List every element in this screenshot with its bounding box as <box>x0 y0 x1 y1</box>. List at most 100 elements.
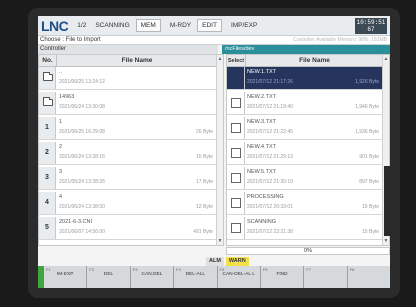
file-name: NEW.4.TXT <box>247 144 277 150</box>
clock: 10:59:51 67 <box>355 18 387 34</box>
select-checkbox[interactable] <box>231 173 241 183</box>
select-checkbox[interactable] <box>231 98 241 108</box>
row-number: 3 <box>39 167 56 189</box>
file-date: 2021/06/24 13:30:08 <box>59 104 105 110</box>
cnc-screen: LNC 1/2 SCANNING MEM M-RDY EDIT IMP/EXP … <box>38 16 390 288</box>
scroll-down-icon[interactable]: ▼ <box>217 237 223 245</box>
file-name: PROCESSING <box>247 194 284 200</box>
clock-time: 10:59:51 <box>356 19 386 26</box>
clock-sub: 67 <box>367 26 375 33</box>
file-date: 2021/06/24 13:38:00 <box>59 204 105 210</box>
select-checkbox[interactable] <box>231 123 241 133</box>
table-row[interactable]: NEW.4.TXT 2021/07/12 21:29:13 901 Byte <box>227 142 382 165</box>
softkey-bar: F1 IM-EXP F2 DEL F3 CAN.DEL F4 DEL-ALL F5 CAN… <box>38 266 390 288</box>
file-name: 1 <box>59 119 63 125</box>
softkey-f8[interactable]: F8 <box>347 266 390 288</box>
mem-button[interactable]: MEM <box>135 19 161 32</box>
softkey-f6[interactable]: F6 FIND <box>260 266 305 288</box>
softkey-f4[interactable]: F4 DEL-ALL <box>174 266 218 288</box>
table-row[interactable]: NEW.2.TXT 2021/07/12 21:19:40 1,946 Byte <box>227 92 382 115</box>
softkey-f7[interactable]: F7 <box>304 266 348 288</box>
impexp-label: IMP/EXP <box>230 22 258 29</box>
file-size: 17 Byte <box>196 179 213 185</box>
file-name: 2 <box>59 144 63 150</box>
file-date: 2021/06/25 16:29:08 <box>59 129 105 135</box>
brand-logo: LNC <box>41 17 69 34</box>
table-row[interactable]: 4 4 2021/06/24 13:38:00 12 Byte <box>39 192 216 215</box>
select-checkbox[interactable] <box>231 198 241 208</box>
controller-file-table: No. File Name .. 2021/06/25 13:24:12 14963… <box>38 54 224 246</box>
file-date: 2021/07/12 21:17:26 <box>247 79 293 85</box>
memory-info: Controller Available Memory: 98%, 152MB <box>293 37 387 43</box>
file-size: 1,926 Byte <box>355 79 379 85</box>
softkey-f1[interactable]: F1 IM-EXP <box>44 266 88 288</box>
file-date: 2021/05/24 13:28:26 <box>59 179 105 185</box>
table-row[interactable]: PROCESSING 2021/07/12 20:33:01 15 Byte <box>227 192 382 215</box>
file-name: 14963 <box>59 94 75 100</box>
file-size: 1,946 Byte <box>355 104 379 110</box>
file-name: 4 <box>59 194 63 200</box>
col-filename-header: File Name <box>246 55 383 67</box>
file-name: NEW.1.TXT <box>247 69 277 75</box>
top-bar: LNC 1/2 SCANNING MEM M-RDY EDIT IMP/EXP … <box>38 16 390 36</box>
status-label: M-RDY <box>169 22 192 29</box>
table-row[interactable]: 14963 2021/06/24 13:30:08 <box>39 92 216 115</box>
table-row[interactable]: 2 2 2021/06/24 13:28:16 15 Byte <box>39 142 216 165</box>
table-row[interactable]: SCANNING 2021/07/12 22:21:38 15 Byte <box>227 217 382 240</box>
softkey-f3[interactable]: F3 CAN.DEL <box>130 266 175 288</box>
file-name: NEW.3.TXT <box>247 119 277 125</box>
table-row[interactable]: NEW.3.TXT 2021/07/12 21:22:45 1,936 Byte <box>227 117 382 140</box>
file-date: 2021/06/25 13:24:12 <box>59 79 105 85</box>
mode-label: SCANNING <box>95 22 130 29</box>
side-tab[interactable] <box>384 166 390 236</box>
table-row[interactable]: NEW.5.TXT 2021/07/12 21:30:10 897 Byte <box>227 167 382 190</box>
edit-button[interactable]: EDIT <box>197 19 222 32</box>
row-number: 1 <box>39 117 56 139</box>
file-size: 15 Byte <box>362 229 379 235</box>
table-row[interactable]: .. 2021/06/25 13:24:12 <box>39 67 216 90</box>
select-checkbox[interactable] <box>231 148 241 158</box>
select-cell <box>227 67 245 89</box>
file-date: 2021/07/12 21:22:45 <box>247 129 293 135</box>
file-name: NEW.2.TXT <box>247 94 277 100</box>
col-select-header: Select <box>227 55 246 67</box>
col-no-header: No. <box>39 55 57 67</box>
file-date: 2021/07/12 20:33:01 <box>247 204 293 210</box>
table-row[interactable]: 5 2021-6-3.CNI 2021/06/07 14:56:00 491 Byte <box>39 217 216 240</box>
scroll-up-icon[interactable]: ▲ <box>383 55 389 63</box>
file-name: 2021-6-3.CNI <box>59 219 93 225</box>
scroll-down-icon[interactable]: ▼ <box>383 237 389 245</box>
file-date: 2021/07/12 21:29:13 <box>247 154 293 160</box>
table-row[interactable]: NEW.1.TXT 2021/07/12 21:17:26 1,926 Byte <box>227 67 382 90</box>
file-name: SCANNING <box>247 219 277 225</box>
scroll-up-icon[interactable]: ▲ <box>217 55 223 63</box>
table-row[interactable]: 3 3 2021/05/24 13:28:26 17 Byte <box>39 167 216 190</box>
warn-indicator: WARN <box>225 257 249 266</box>
file-date: 2021/07/12 22:21:38 <box>247 229 293 235</box>
page-title: Choose : File to Import Controller Avail… <box>38 36 390 45</box>
file-date: 2021/07/12 21:19:40 <box>247 104 293 110</box>
file-date: 2021/06/24 13:28:16 <box>59 154 105 160</box>
row-number: 2 <box>39 142 56 164</box>
folder-icon <box>43 97 53 106</box>
device-path-label: /ncFiles/dev <box>222 45 390 54</box>
file-size: 491 Byte <box>193 229 213 235</box>
file-name: NEW.5.TXT <box>247 169 277 175</box>
select-checkbox[interactable] <box>231 223 241 233</box>
file-name: 3 <box>59 169 63 175</box>
progress-bar: 0% <box>226 247 390 255</box>
softkey-f2[interactable]: F2 DEL <box>87 266 131 288</box>
file-name: .. <box>59 69 63 75</box>
row-number: 4 <box>39 192 56 214</box>
page-indicator: 1/2 <box>77 22 87 29</box>
left-scrollbar[interactable]: ▲ ▼ <box>216 55 223 245</box>
table-row[interactable]: 1 1 2021/06/25 16:29:08 26 Byte <box>39 117 216 140</box>
file-size: 15 Byte <box>196 154 213 160</box>
file-size: 901 Byte <box>359 154 379 160</box>
page-title-text: Choose : File to Import <box>40 37 101 43</box>
file-size: 1,936 Byte <box>355 129 379 135</box>
softkey-f5[interactable]: F5 CAN-DEL-AL L <box>217 266 261 288</box>
file-size: 15 Byte <box>362 204 379 210</box>
col-name-header: File Name <box>57 55 217 67</box>
device-file-table: Select File Name NEW.1.TXT 2021/07/12 21:… <box>226 54 390 246</box>
